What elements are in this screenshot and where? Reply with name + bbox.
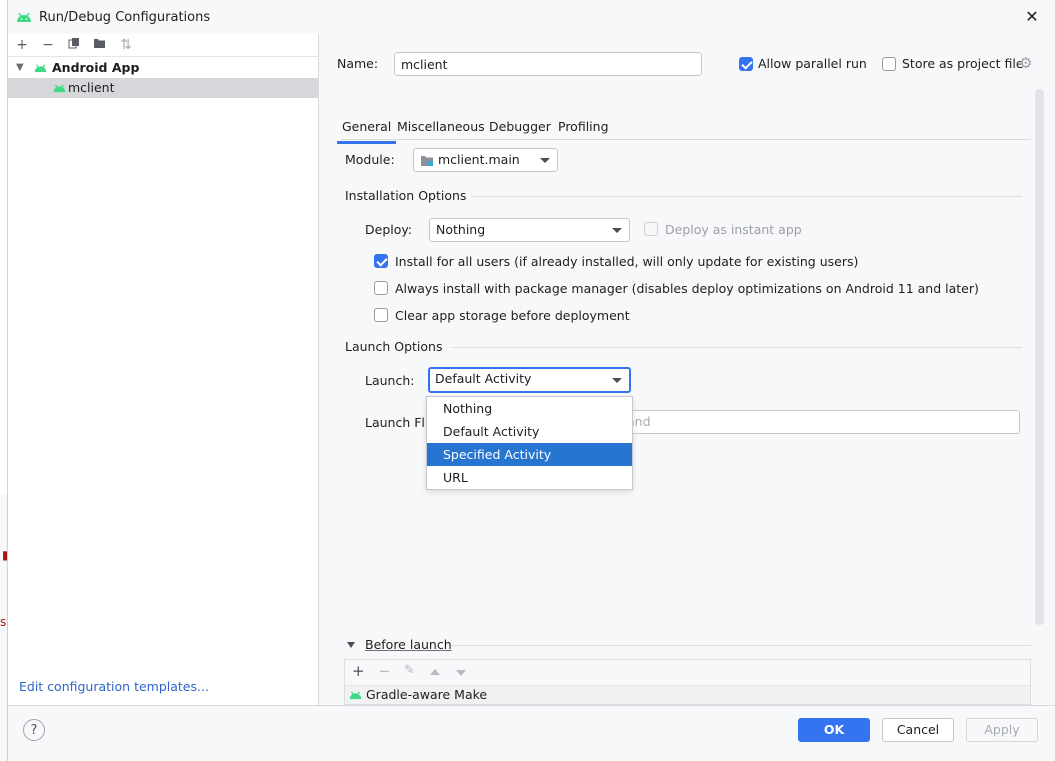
clear-storage-label: Clear app storage before deployment	[395, 308, 630, 323]
chevron-down-icon	[540, 158, 550, 163]
vertical-scrollbar[interactable]	[1035, 89, 1044, 625]
instant-app-checkbox[interactable]	[644, 222, 658, 236]
run-debug-dialog: Run/Debug Configurations ✕ + − ⇅ ▼ Andro…	[7, 0, 1055, 761]
launch-option-url[interactable]: URL	[427, 466, 632, 489]
tab-divider	[341, 139, 1031, 140]
tree-toolbar: + − ⇅	[8, 34, 318, 57]
android-icon	[349, 691, 362, 700]
before-launch-task[interactable]: Gradle-aware Make	[366, 687, 487, 702]
section-divider	[451, 645, 1031, 646]
launch-dropdown-popup: Nothing Default Activity Specified Activ…	[426, 396, 633, 490]
edit-icon[interactable]: ✎	[404, 663, 415, 678]
dialog-title: Run/Debug Configurations	[39, 10, 211, 25]
allow-parallel-label: Allow parallel run	[758, 56, 867, 71]
module-label: Module:	[345, 152, 395, 167]
deploy-label: Deploy:	[365, 222, 413, 237]
ok-button[interactable]: OK	[798, 718, 870, 742]
name-label: Name:	[337, 56, 379, 71]
instant-app-label: Deploy as instant app	[665, 222, 802, 237]
chevron-down-icon[interactable]	[347, 642, 355, 648]
chevron-down-icon[interactable]: ▼	[16, 58, 24, 78]
name-field[interactable]	[394, 52, 702, 76]
store-project-checkbox[interactable]	[882, 57, 896, 71]
move-up-icon[interactable]	[430, 669, 440, 675]
module-folder-icon	[421, 156, 433, 166]
launch-option-nothing[interactable]: Nothing	[427, 397, 632, 420]
android-icon	[17, 12, 31, 22]
before-launch-list: Gradle-aware Make	[344, 685, 1031, 705]
section-divider	[471, 196, 1022, 197]
move-down-icon[interactable]	[456, 670, 466, 676]
deploy-select[interactable]: Nothing	[429, 218, 630, 242]
launch-select[interactable]: Default Activity	[428, 367, 631, 393]
deploy-value: Nothing	[436, 222, 486, 237]
title-bar: Run/Debug Configurations ✕	[8, 0, 1055, 34]
dialog-button-bar: ? OK Cancel Apply	[8, 705, 1055, 761]
configuration-tree-pane: + − ⇅ ▼ Android App mclient Edit configu…	[8, 34, 319, 705]
tree-group-label: Android App	[52, 60, 140, 75]
new-folder-icon[interactable]	[90, 36, 110, 54]
tree-group-android-app[interactable]: ▼ Android App	[8, 58, 318, 78]
sort-icon[interactable]: ⇅	[116, 36, 136, 54]
android-icon	[53, 84, 66, 93]
launch-flags-label: Launch Fl	[365, 415, 425, 430]
launch-label: Launch:	[365, 373, 415, 388]
chevron-down-icon	[612, 228, 622, 233]
section-divider	[451, 347, 1022, 348]
configuration-editor: Name: Allow parallel run Store as projec…	[319, 34, 1055, 705]
launch-value: Default Activity	[435, 371, 532, 386]
allow-parallel-checkbox[interactable]	[739, 57, 753, 71]
launch-section-title: Launch Options	[345, 339, 443, 354]
close-icon[interactable]: ✕	[1021, 6, 1043, 28]
tab-debugger[interactable]: Debugger	[489, 115, 551, 139]
store-project-label: Store as project file	[902, 56, 1024, 71]
edit-templates-link[interactable]: Edit configuration templates...	[19, 679, 209, 694]
ide-background-mark: s	[0, 615, 7, 629]
tab-general[interactable]: General	[336, 115, 397, 144]
before-launch-toolbar: + − ✎	[344, 659, 1031, 685]
cancel-button[interactable]: Cancel	[882, 718, 954, 742]
gear-icon[interactable]: ⚙	[1019, 54, 1032, 72]
before-launch-title: Before launch	[365, 637, 452, 652]
installation-section-title: Installation Options	[345, 188, 467, 203]
clear-storage-checkbox[interactable]	[374, 308, 388, 322]
tab-profiling[interactable]: Profiling	[558, 115, 609, 139]
launch-option-default-activity[interactable]: Default Activity	[427, 420, 632, 443]
chevron-down-icon	[612, 378, 622, 383]
apply-button[interactable]: Apply	[966, 718, 1038, 742]
tree-item-mclient[interactable]: mclient	[8, 78, 318, 98]
add-icon[interactable]: +	[352, 662, 365, 680]
android-icon	[34, 64, 47, 73]
launch-option-specified-activity[interactable]: Specified Activity	[427, 443, 632, 466]
always-install-label: Always install with package manager (dis…	[395, 281, 979, 296]
install-all-users-checkbox[interactable]	[374, 254, 388, 268]
tree-item-label: mclient	[68, 80, 115, 95]
remove-icon[interactable]: −	[38, 36, 58, 54]
remove-icon[interactable]: −	[378, 662, 391, 680]
copy-icon[interactable]	[64, 36, 84, 54]
launch-flags-field[interactable]: and	[620, 410, 1020, 434]
module-value: mclient.main	[438, 152, 520, 167]
tab-miscellaneous[interactable]: Miscellaneous	[397, 115, 485, 139]
always-install-checkbox[interactable]	[374, 281, 388, 295]
install-all-users-label: Install for all users (if already instal…	[395, 254, 859, 269]
help-icon[interactable]: ?	[23, 719, 45, 741]
module-select[interactable]: mclient.main	[413, 148, 558, 172]
add-icon[interactable]: +	[12, 36, 32, 54]
